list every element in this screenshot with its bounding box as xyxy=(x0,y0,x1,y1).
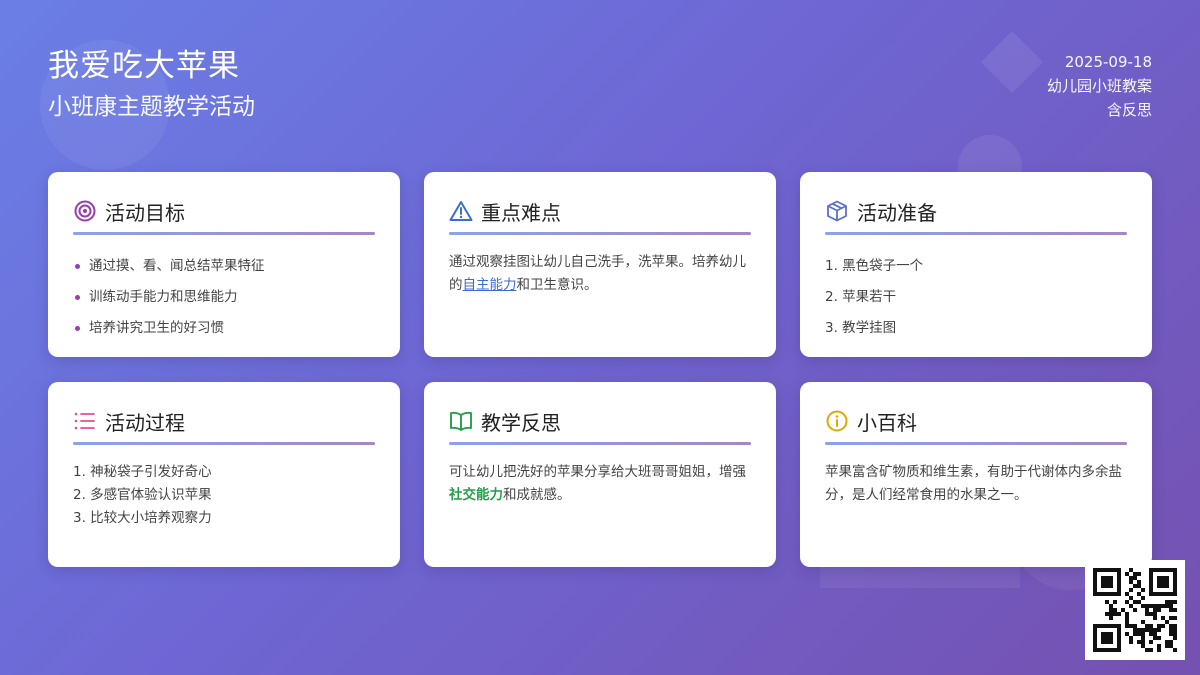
card-divider xyxy=(73,442,375,445)
card-divider xyxy=(449,442,751,445)
text-segment: 和成就感。 xyxy=(503,487,571,503)
card-header: 活动目标 xyxy=(73,198,375,225)
card-encyclopedia: 小百科 苹果富含矿物质和维生素，有助于代谢体内多余盐分，是人们经常食用的水果之一… xyxy=(800,382,1152,567)
list-item: 培养讲究卫生的好习惯 xyxy=(73,313,375,344)
card-divider xyxy=(825,442,1127,445)
list-item: 2. 苹果若干 xyxy=(825,289,897,305)
card-divider xyxy=(73,232,375,235)
page-subtitle: 小班康主题教学活动 xyxy=(48,94,255,120)
list-item: 1. 神秘袋子引发好奇心 xyxy=(73,464,212,480)
warning-icon xyxy=(449,199,473,223)
list-item: 3. 教学挂图 xyxy=(825,320,897,336)
book-icon xyxy=(449,409,473,433)
card-process: 活动过程 1. 神秘袋子引发好奇心 2. 多感官体验认识苹果 3. 比较大小培养… xyxy=(48,382,400,567)
card-title: 活动准备 xyxy=(857,200,937,225)
info-icon xyxy=(825,409,849,433)
card-header: 教学反思 xyxy=(449,408,751,435)
page-header: 我爱吃大苹果 小班康主题教学活动 xyxy=(48,46,255,124)
list-item: 2. 多感官体验认识苹果 xyxy=(73,487,212,503)
list-item: 通过摸、看、闻总结苹果特征 xyxy=(73,251,375,282)
box-icon xyxy=(825,199,849,223)
card-title: 重点难点 xyxy=(481,200,561,225)
text-segment: 可让幼儿把洗好的苹果分享给大班哥哥姐姐，增强 xyxy=(449,464,746,480)
card-title: 活动过程 xyxy=(105,410,185,435)
text-segment: 和卫生意识。 xyxy=(516,277,598,293)
list-item: 训练动手能力和思维能力 xyxy=(73,282,375,313)
card-divider xyxy=(825,232,1127,235)
autonomy-link[interactable]: 自主能力 xyxy=(463,277,517,293)
card-divider xyxy=(449,232,751,235)
highlight-text: 社交能力 xyxy=(449,487,503,503)
card-reflection: 教学反思 可让幼儿把洗好的苹果分享给大班哥哥姐姐，增强社交能力和成就感。 xyxy=(424,382,776,567)
reflection-text: 可让幼儿把洗好的苹果分享给大班哥哥姐姐，增强社交能力和成就感。 xyxy=(449,461,751,507)
page-meta: 2025-09-18 幼儿园小班教案 含反思 xyxy=(1047,50,1152,122)
list-item: 3. 比较大小培养观察力 xyxy=(73,510,212,526)
page-title: 我爱吃大苹果 xyxy=(48,48,240,84)
process-list: 1. 神秘袋子引发好奇心 2. 多感官体验认识苹果 3. 比较大小培养观察力 xyxy=(73,461,375,530)
card-header: 活动过程 xyxy=(73,408,375,435)
card-header: 活动准备 xyxy=(825,198,1127,225)
card-goals: 活动目标 通过摸、看、闻总结苹果特征 训练动手能力和思维能力 培养讲究卫生的好习… xyxy=(48,172,400,357)
card-header: 小百科 xyxy=(825,408,1127,435)
note-label: 含反思 xyxy=(1106,101,1152,119)
target-icon xyxy=(73,199,97,223)
goals-list: 通过摸、看、闻总结苹果特征 训练动手能力和思维能力 培养讲究卫生的好习惯 xyxy=(73,251,375,344)
decor-diamond xyxy=(980,30,1044,94)
preparation-list: 1. 黑色袋子一个 2. 苹果若干 3. 教学挂图 xyxy=(825,251,1127,344)
encyclopedia-text: 苹果富含矿物质和维生素，有助于代谢体内多余盐分，是人们经常食用的水果之一。 xyxy=(825,464,1122,503)
card-title: 小百科 xyxy=(857,410,917,435)
card-preparation: 活动准备 1. 黑色袋子一个 2. 苹果若干 3. 教学挂图 xyxy=(800,172,1152,357)
card-keypoints: 重点难点 通过观察挂图让幼儿自己洗手，洗苹果。培养幼儿的自主能力和卫生意识。 xyxy=(424,172,776,357)
date-label: 2025-09-18 xyxy=(1064,53,1152,71)
category-label: 幼儿园小班教案 xyxy=(1046,77,1152,95)
list-item: 1. 黑色袋子一个 xyxy=(825,258,924,274)
card-header: 重点难点 xyxy=(449,198,751,225)
list-icon xyxy=(73,409,97,433)
keypoints-text: 通过观察挂图让幼儿自己洗手，洗苹果。培养幼儿的自主能力和卫生意识。 xyxy=(449,251,751,297)
card-title: 活动目标 xyxy=(105,200,185,225)
qr-code-graphic xyxy=(1093,568,1177,652)
card-title: 教学反思 xyxy=(481,410,561,435)
qr-code-icon[interactable] xyxy=(1085,560,1185,660)
